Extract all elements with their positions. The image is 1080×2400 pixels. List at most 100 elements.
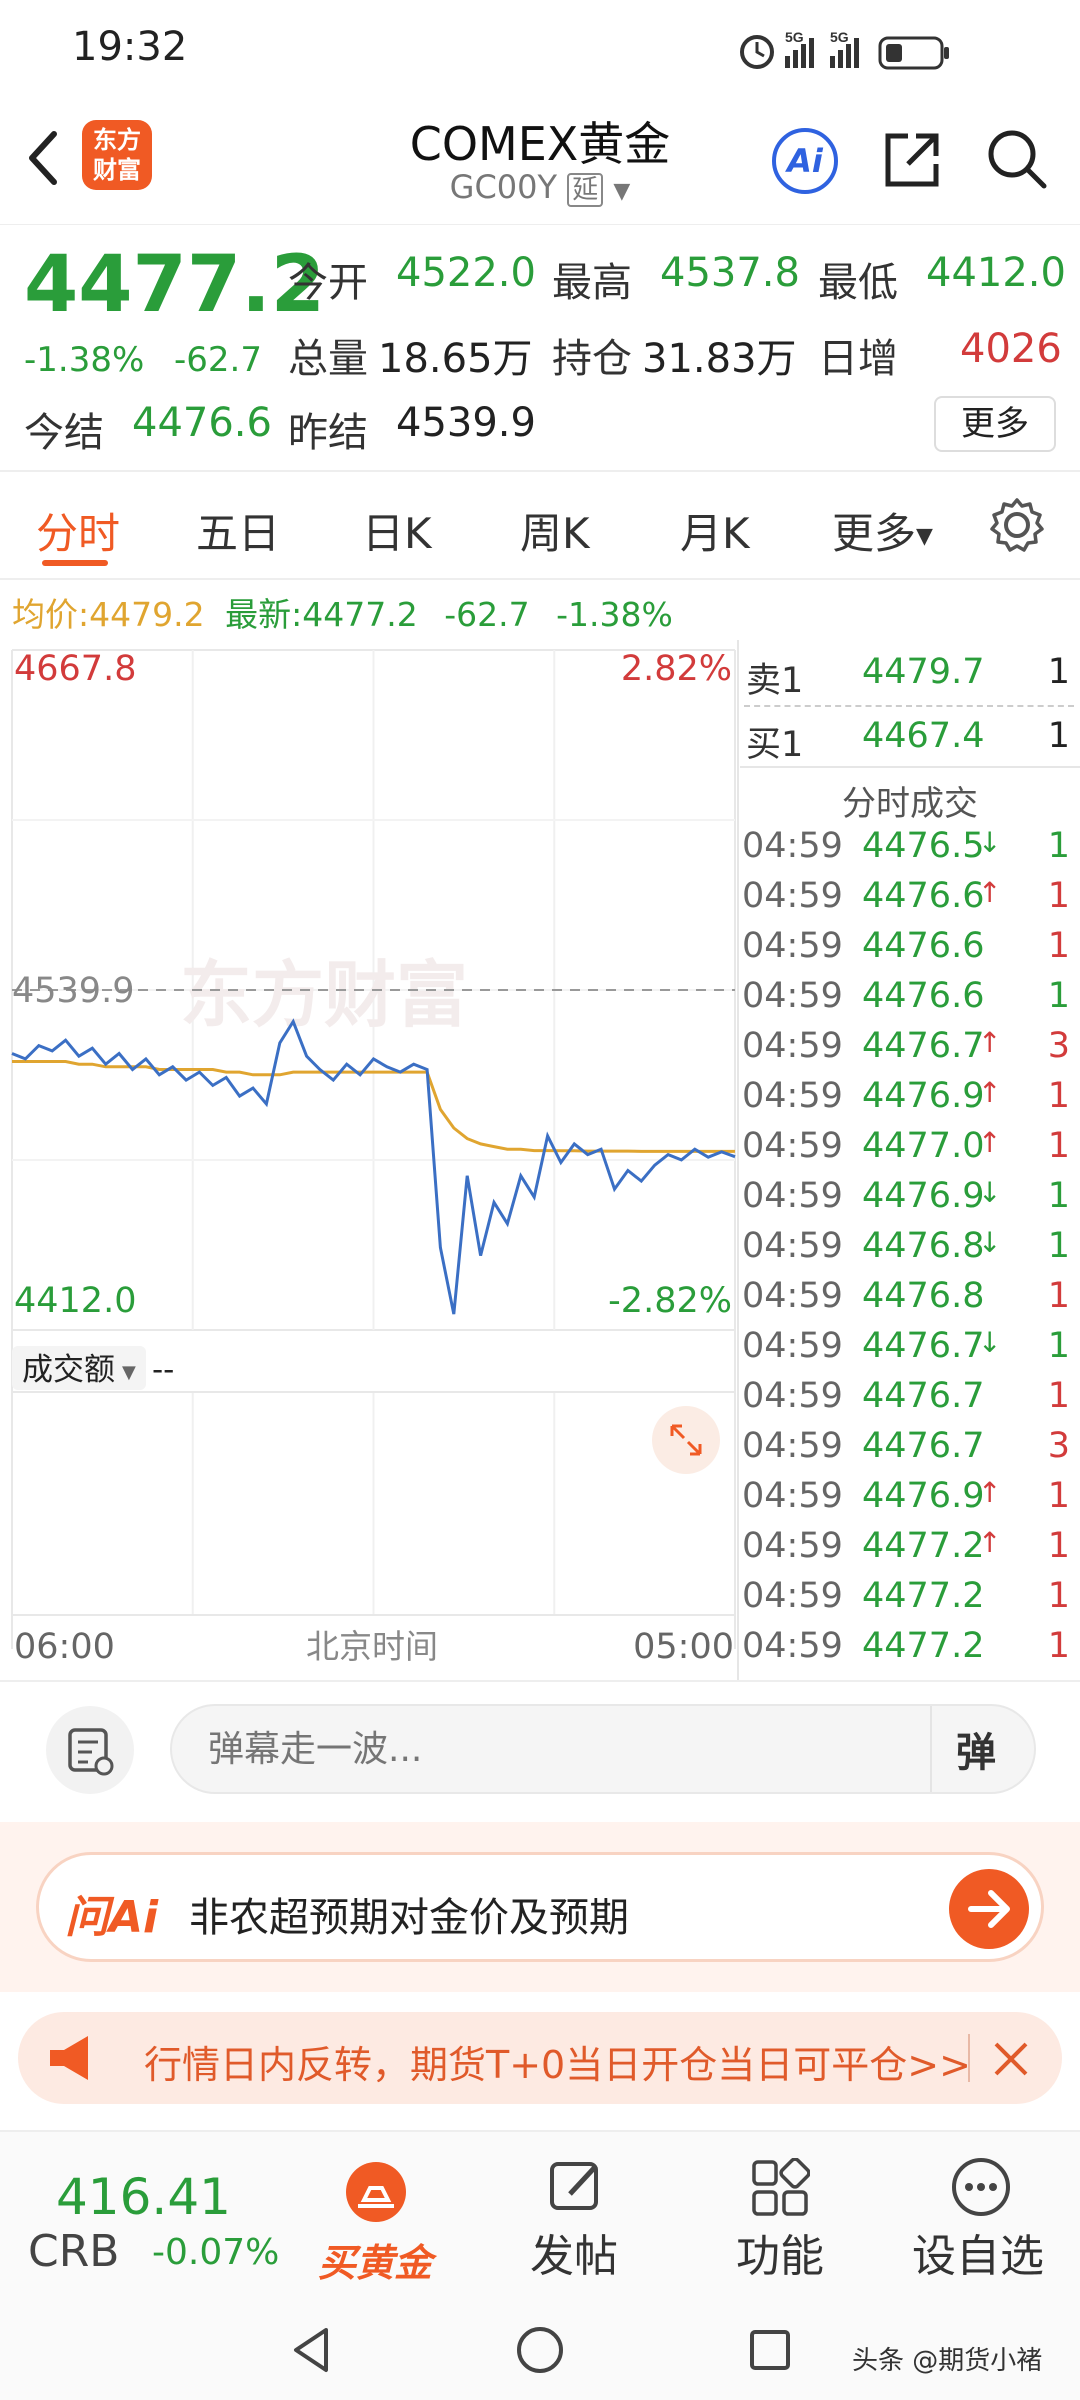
trade-direction-icon: ↑	[978, 1076, 1002, 1109]
trade-price: 4476.9	[862, 1476, 985, 1516]
trade-time: 04:59	[742, 1276, 843, 1316]
danmaku-send-button[interactable]: 弹	[956, 1720, 996, 1778]
header: 东方 财富 COMEX黄金 GC00Y 延 ▼ Ai	[0, 100, 1080, 225]
trade-direction-icon: ↓	[978, 826, 1002, 859]
search-icon[interactable]	[984, 126, 1050, 192]
change-abs: -62.7	[174, 340, 262, 380]
megaphone-icon	[50, 2036, 88, 2080]
trade-volume: 1	[1047, 1126, 1070, 1166]
low-value: 4412.0	[926, 250, 1066, 296]
trade-price: 4476.7	[862, 1326, 985, 1366]
trade-price: 4476.7	[862, 1376, 985, 1416]
trade-volume: 1	[1047, 926, 1070, 966]
promo-text: 行情日内反转，期货T+0当日开仓当日可平仓>>	[144, 2043, 971, 2087]
panel-divider	[737, 640, 739, 1680]
trade-time: 04:59	[742, 1226, 843, 1266]
gold-bars-icon	[346, 2162, 406, 2222]
trade-volume: 1	[1047, 976, 1070, 1016]
intraday-chart[interactable]: 东方财富 4667.8 2.82% 4539.9 4412.0 -2.82% 成…	[0, 640, 740, 1680]
nav-functions-label: 功能	[736, 2231, 824, 2282]
trade-price: 4476.9	[862, 1076, 985, 1116]
trade-row: 04:59 4476.5 ↓ 1	[740, 826, 1080, 876]
trade-row: 04:59 4476.7 3	[740, 1426, 1080, 1476]
more-button[interactable]: 更多	[934, 396, 1056, 452]
status-icons: 5G 5G	[740, 29, 949, 70]
ai-go-button[interactable]	[949, 1869, 1029, 1949]
high-value: 4537.8	[660, 250, 800, 296]
promo-bar[interactable]: 行情日内反转，期货T+0当日开仓当日可平仓>>	[18, 2012, 1062, 2104]
divider	[0, 470, 1080, 472]
tab-weekly-k[interactable]: 周K	[520, 500, 590, 561]
trade-price: 4476.6	[862, 976, 985, 1016]
trade-volume: 3	[1047, 1426, 1070, 1466]
daily-inc-label: 日增	[818, 336, 898, 382]
danmaku-settings-button[interactable]	[46, 1706, 134, 1794]
chart-grid	[11, 649, 736, 1649]
trade-time: 04:59	[742, 1376, 843, 1416]
volume-label: 总量	[288, 336, 368, 382]
divider	[0, 578, 1080, 580]
ai-button[interactable]: Ai	[772, 128, 838, 194]
danmaku-input[interactable]	[208, 1720, 848, 1778]
settle-value: 4476.6	[132, 400, 272, 446]
tab-intraday[interactable]: 分时	[36, 500, 120, 561]
expand-icon	[652, 1406, 720, 1474]
close-icon[interactable]	[988, 2036, 1034, 2082]
tab-more[interactable]: 更多▼	[832, 500, 933, 561]
trade-row: 04:59 4476.9 ↑ 1	[740, 1076, 1080, 1126]
caret-down-icon: ▼	[916, 524, 933, 549]
nav-watchlist-label: 设自选	[912, 2231, 1044, 2282]
nav-post-label: 发帖	[530, 2231, 618, 2282]
trade-time: 04:59	[742, 1426, 843, 1466]
trade-time: 04:59	[742, 1126, 843, 1166]
trade-price: 4476.9	[862, 1176, 985, 1216]
trade-direction-icon: ↑	[978, 1526, 1002, 1559]
trade-price: 4476.8	[862, 1276, 985, 1316]
chevron-down-icon: ▼	[613, 179, 631, 204]
trade-price: 4477.0	[862, 1126, 985, 1166]
battery-icon	[878, 36, 949, 70]
system-back-icon[interactable]	[282, 2320, 342, 2380]
ref-price-label: 4539.9	[12, 971, 134, 1011]
system-recents-icon[interactable]	[740, 2320, 800, 2380]
open-value: 4522.0	[396, 250, 536, 296]
pct-min-label: -2.82%	[608, 1281, 732, 1321]
index-name[interactable]: CRB	[28, 2226, 119, 2277]
svg-text:5G: 5G	[830, 29, 849, 45]
tab-daily-k[interactable]: 日K	[362, 500, 432, 561]
x-mid-label: 北京时间	[306, 1627, 438, 1666]
status-bar: 19:32 5G 5G	[0, 0, 1080, 100]
tab-five-day[interactable]: 五日	[196, 500, 280, 561]
share-icon[interactable]	[880, 128, 944, 192]
index-value[interactable]: 416.41	[56, 2168, 231, 2226]
x-start-label: 06:00	[14, 1627, 115, 1667]
settings-gear-icon[interactable]	[988, 496, 1046, 554]
y-max-label: 4667.8	[14, 649, 136, 689]
oi-value: 31.83万	[642, 336, 797, 382]
trade-row: 04:59 4477.2 1	[740, 1626, 1080, 1676]
trade-price: 4476.7	[862, 1026, 985, 1066]
trade-direction-icon: ↑	[978, 876, 1002, 909]
danmaku-input-box[interactable]: 弹	[170, 1704, 1036, 1794]
footer-watermark: 头条 @期货小褚	[852, 2346, 1043, 2376]
trade-time: 04:59	[742, 1526, 843, 1566]
grid-apps-icon	[752, 2158, 810, 2216]
trade-price: 4476.6	[862, 926, 985, 966]
bid-row: 买1 4467.4 1	[746, 716, 1070, 765]
oi-label: 持仓	[552, 336, 632, 382]
ai-question-bar[interactable]: 问Ai 非农超预期对金价及预期	[36, 1852, 1044, 1962]
volume-value: --	[152, 1352, 174, 1388]
volume-label: 成交额	[22, 1352, 115, 1388]
tab-monthly-k[interactable]: 月K	[680, 500, 750, 561]
trade-volume: 1	[1047, 1626, 1070, 1666]
trade-volume: 1	[1047, 1526, 1070, 1566]
trade-price: 4477.2	[862, 1576, 985, 1616]
change-pct: -1.38%	[24, 340, 145, 380]
svg-text:5G: 5G	[785, 29, 804, 45]
pct-max-label: 2.82%	[621, 649, 732, 689]
trade-direction-icon: ↓	[978, 1226, 1002, 1259]
trade-time: 04:59	[742, 1176, 843, 1216]
prev-settle-label: 昨结	[288, 410, 368, 456]
ask-row: 卖1 4479.7 1	[746, 652, 1070, 701]
system-home-icon[interactable]	[510, 2320, 570, 2380]
